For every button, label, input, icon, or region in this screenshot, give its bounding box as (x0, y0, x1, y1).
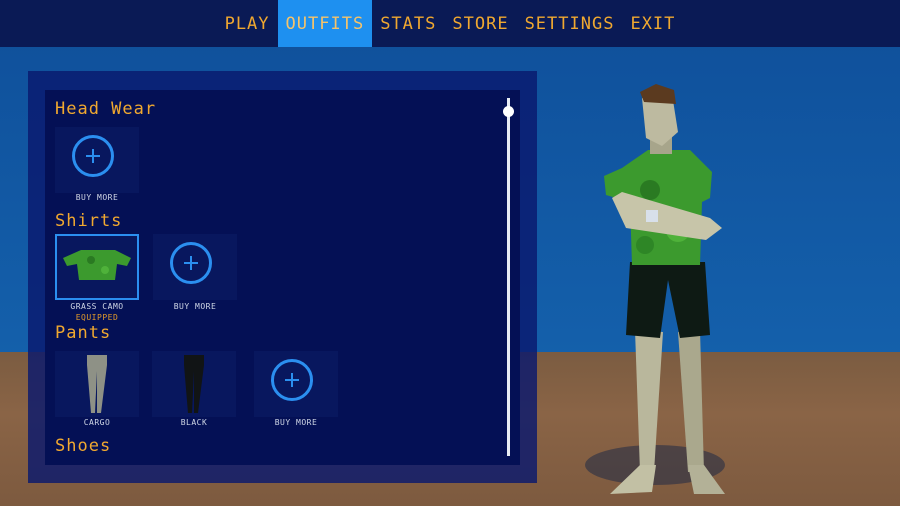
black-pants-thumbnail (184, 355, 204, 413)
shirt-thumbnail (63, 250, 131, 280)
nav-settings[interactable]: SETTINGS (517, 0, 623, 47)
shirt-item-grass-camo[interactable] (55, 234, 139, 300)
wristband (646, 210, 658, 222)
section-title-head-wear: Head Wear (55, 99, 157, 119)
top-navigation: PLAY OUTFITS STATS STORE SETTINGS EXIT (0, 0, 900, 47)
buy-more-shirts-button[interactable] (153, 234, 237, 300)
buy-more-label: BUY MORE (274, 418, 318, 427)
equipped-badge: EQUIPPED (75, 313, 119, 322)
nav-play[interactable]: PLAY (217, 0, 278, 47)
pants-item-cargo[interactable] (55, 351, 139, 417)
hair (640, 84, 676, 104)
camo-patch (636, 236, 654, 254)
buy-more-label: BUY MORE (173, 302, 217, 311)
camo-patch (640, 180, 660, 200)
nav-stats[interactable]: STATS (372, 0, 444, 47)
shorts (626, 262, 710, 338)
section-title-shirts: Shirts (55, 211, 123, 231)
scrollbar-track[interactable] (507, 98, 510, 456)
cargo-pants-thumbnail (87, 355, 107, 413)
plus-circle-icon (72, 135, 114, 177)
pants-name: CARGO (83, 418, 111, 427)
section-title-pants: Pants (55, 323, 112, 343)
nav-outfits[interactable]: OUTFITS (277, 0, 373, 47)
character-model (585, 84, 725, 494)
plus-circle-icon (170, 242, 212, 284)
buy-more-head-wear-button[interactable] (55, 127, 139, 193)
scrollbar-thumb[interactable] (503, 106, 514, 117)
buy-more-label: BUY MORE (75, 193, 119, 202)
outfits-list: Head Wear BUY MORE Shirts GRASS CAMO EQU… (45, 90, 520, 465)
section-title-shoes: Shoes (55, 436, 112, 456)
plus-circle-icon (271, 359, 313, 401)
pants-name: BLACK (180, 418, 208, 427)
nav-store[interactable]: STORE (444, 0, 516, 47)
shirt-name: GRASS CAMO (70, 302, 124, 311)
buy-more-pants-button[interactable] (254, 351, 338, 417)
nav-exit[interactable]: EXIT (622, 0, 683, 47)
pants-item-black[interactable] (152, 351, 236, 417)
